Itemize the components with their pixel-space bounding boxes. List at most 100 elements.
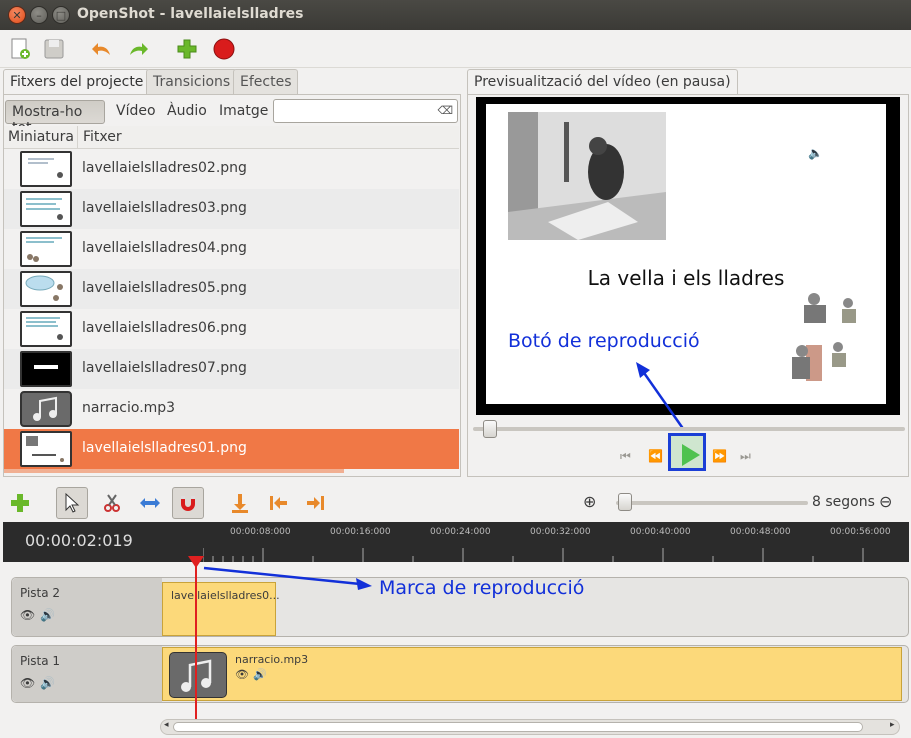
ruler-tick-label: 00:00:48:000 <box>730 527 791 537</box>
new-file-icon[interactable] <box>6 35 34 63</box>
rewind-icon[interactable]: ⏪ <box>648 449 663 463</box>
resize-arrows-icon[interactable] <box>134 487 166 519</box>
filter-all-button[interactable]: Mostra-ho tot <box>5 100 105 136</box>
slide-illustration <box>508 112 666 240</box>
filter-image-button[interactable]: Imatge <box>213 100 274 124</box>
preview-seek-knob[interactable] <box>483 420 497 438</box>
list-item[interactable]: lavellaielslladres05.png <box>4 269 459 309</box>
list-item[interactable]: lavellaielslladres07.png <box>4 349 459 389</box>
play-icon <box>682 444 700 466</box>
track-name: Pista 1 <box>20 654 61 668</box>
add-marker-icon[interactable] <box>224 487 256 519</box>
scrollbar-thumb[interactable] <box>173 722 863 732</box>
ruler-tick-label: 00:00:16:000 <box>330 527 391 537</box>
clear-search-icon[interactable]: ⌫ <box>437 104 453 117</box>
list-horizontal-scrollbar[interactable] <box>4 469 344 473</box>
select-pointer-icon[interactable] <box>56 487 88 519</box>
column-thumbnail[interactable]: Miniatura <box>8 129 74 145</box>
snap-magnet-icon[interactable] <box>172 487 204 519</box>
thumbnail <box>20 151 72 187</box>
close-window-button[interactable]: ✕ <box>8 6 26 24</box>
visibility-eye-icon[interactable]: 👁 <box>20 608 35 622</box>
column-divider <box>77 126 78 149</box>
clip-visibility-icon[interactable]: 👁 <box>235 668 249 681</box>
file-name: lavellaielslladres02.png <box>82 160 247 176</box>
visibility-eye-icon[interactable]: 👁 <box>20 676 35 690</box>
music-note-icon <box>20 391 72 427</box>
list-item[interactable]: narracio.mp3 <box>4 389 459 429</box>
zoom-slider[interactable] <box>616 501 808 505</box>
zoom-knob[interactable] <box>618 493 632 511</box>
next-marker-icon[interactable] <box>300 487 332 519</box>
list-item-selected[interactable]: lavellaielslladres01.png <box>4 429 459 469</box>
file-name: lavellaielslladres01.png <box>82 440 247 456</box>
add-track-icon[interactable] <box>4 487 36 519</box>
playhead-annotation: Marca de reproducció <box>379 577 585 599</box>
tab-transitions[interactable]: Transicions <box>146 69 238 94</box>
thumbnail <box>20 191 72 227</box>
filter-video-button[interactable]: Vídeo <box>110 100 162 124</box>
file-name: lavellaielslladres05.png <box>82 280 247 296</box>
title-bar: ✕ – □ OpenShot - lavellaielslladres <box>0 0 911 30</box>
track-header: Pista 2 👁 🔊 <box>12 578 162 636</box>
undo-icon[interactable] <box>88 35 116 63</box>
clip-audio-icon[interactable]: 🔊 <box>253 668 267 681</box>
file-name: lavellaielslladres04.png <box>82 240 247 256</box>
ruler-tick-label: 00:00:24:000 <box>430 527 491 537</box>
main-toolbar <box>0 30 911 68</box>
redo-icon[interactable] <box>124 35 152 63</box>
fast-forward-icon[interactable]: ⏩ <box>712 449 727 463</box>
timeline-horizontal-scrollbar[interactable] <box>160 719 900 735</box>
record-icon[interactable] <box>210 35 238 63</box>
window-title: OpenShot - lavellaielslladres <box>77 6 304 22</box>
ruler-tick-label: 00:00:40:000 <box>630 527 691 537</box>
music-note-icon <box>169 652 227 698</box>
timeline-clip[interactable]: narracio.mp3 👁 🔊 <box>162 647 902 701</box>
razor-scissors-icon[interactable] <box>96 487 128 519</box>
search-input[interactable]: ⌫ <box>273 99 458 123</box>
save-icon[interactable] <box>40 35 68 63</box>
previous-marker-icon[interactable] <box>262 487 294 519</box>
maximize-window-button[interactable]: □ <box>52 6 70 24</box>
thumbnail <box>20 311 72 347</box>
scroll-right-icon[interactable]: ▸ <box>890 720 895 730</box>
slide-title: La vella i els lladres <box>587 266 785 290</box>
file-name: lavellaielslladres07.png <box>82 360 247 376</box>
track-header: Pista 1 👁 🔊 <box>12 646 162 702</box>
file-name: lavellaielslladres03.png <box>82 200 247 216</box>
tab-project-files[interactable]: Fitxers del projecte <box>3 69 151 95</box>
speaker-icon: 🔈 <box>808 146 823 160</box>
scroll-left-icon[interactable]: ◂ <box>164 720 169 730</box>
zoom-in-icon[interactable]: ⊕ <box>583 492 596 511</box>
thumbnail <box>20 351 72 387</box>
zoom-out-icon[interactable]: ⊖ <box>879 492 892 511</box>
ruler-ticks <box>203 548 864 562</box>
file-name: lavellaielslladres06.png <box>82 320 247 336</box>
thumbnail <box>20 431 72 467</box>
minimize-window-button[interactable]: – <box>30 6 48 24</box>
ruler-tick-label: 00:00:56:000 <box>830 527 891 537</box>
audio-speaker-icon[interactable]: 🔊 <box>40 608 55 622</box>
filter-audio-button[interactable]: Àudio <box>161 100 213 124</box>
current-time: 00:00:02:019 <box>25 531 133 550</box>
list-item[interactable]: lavellaielslladres06.png <box>4 309 459 349</box>
add-icon[interactable] <box>173 35 201 63</box>
file-name: narracio.mp3 <box>82 400 176 416</box>
annotation-arrow <box>203 566 372 590</box>
list-item[interactable]: lavellaielslladres04.png <box>4 229 459 269</box>
clip-label: narracio.mp3 <box>235 653 309 666</box>
play-button[interactable] <box>668 433 706 471</box>
timeline-ruler[interactable]: 00:00:02:019 00:00:08:000 00:00:16:000 0… <box>3 522 909 562</box>
playhead-line[interactable] <box>195 562 197 732</box>
column-file[interactable]: Fitxer <box>83 129 122 145</box>
list-item[interactable]: lavellaielslladres02.png <box>4 149 459 189</box>
list-item[interactable]: lavellaielslladres03.png <box>4 189 459 229</box>
preview-seek-slider[interactable] <box>473 427 905 431</box>
ruler-tick-label: 00:00:32:000 <box>530 527 591 537</box>
jump-end-icon[interactable]: ⏭ <box>740 449 751 464</box>
tab-video-preview[interactable]: Previsualització del vídeo (en pausa) <box>467 69 738 95</box>
audio-speaker-icon[interactable]: 🔊 <box>40 676 55 690</box>
tab-effects[interactable]: Efectes <box>233 69 299 94</box>
jump-start-icon[interactable]: ⏮ <box>620 449 631 464</box>
play-button-annotation: Botó de reproducció <box>508 330 700 352</box>
